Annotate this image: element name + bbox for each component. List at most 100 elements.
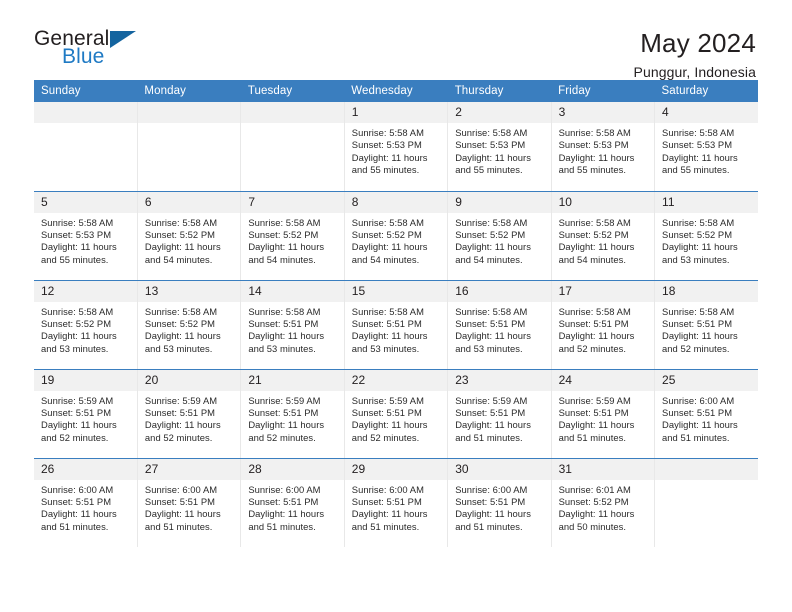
day-number: 18 [655, 280, 758, 302]
sunset-text: Sunset: 5:51 PM [351, 317, 422, 329]
general-blue-logo: General Blue [34, 28, 146, 72]
daylight-text-line1: Daylight: 11 hours [41, 330, 117, 342]
daylight-text-line1: Daylight: 11 hours [558, 508, 635, 520]
daylight-text-line2: and 53 minutes. [41, 342, 109, 354]
day-number: 30 [448, 458, 551, 480]
calendar-day-cell[interactable]: 9 Sunrise: 5:58 AM Sunset: 5:52 PM Daylight… [447, 191, 552, 281]
daylight-text-line2: and 52 minutes. [144, 431, 213, 443]
day-details: Sunrise: 5:59 AM Sunset: 5:51 PM Daylight:… [345, 391, 447, 445]
calendar-day-cell[interactable]: 21 Sunrise: 5:59 AM Sunset: 5:51 PM Dayligh… [240, 369, 345, 459]
daylight-text-line2: and 55 minutes. [558, 164, 627, 176]
calendar-day-cell[interactable]: 2 Sunrise: 5:58 AM Sunset: 5:53 PM Daylight… [447, 102, 552, 192]
sunrise-text: Sunrise: 5:58 AM [558, 127, 631, 138]
day-details: Sunrise: 5:58 AM Sunset: 5:52 PM Daylight:… [448, 213, 550, 267]
calendar-day-cell[interactable]: 5 Sunrise: 5:58 AM Sunset: 5:53 PM Daylight… [34, 191, 138, 281]
calendar-day-cell[interactable]: 20 Sunrise: 5:59 AM Sunset: 5:51 PM Dayligh… [136, 369, 241, 459]
calendar-day-cell[interactable]: 18 Sunrise: 5:58 AM Sunset: 5:51 PM Dayligh… [654, 280, 758, 370]
calendar-day-cell[interactable]: 30 Sunrise: 6:00 AM Sunset: 5:51 PM Dayligh… [447, 458, 552, 547]
sunrise-text: Sunrise: 6:00 AM [662, 394, 735, 406]
calendar-day-cell[interactable]: 12 Sunrise: 5:58 AM Sunset: 5:52 PM Dayligh… [34, 280, 138, 370]
daylight-text-line2: and 51 minutes. [662, 431, 730, 443]
calendar-page: General Blue May 2024 Punggur, Indonesia… [0, 0, 792, 612]
sunrise-text: Sunrise: 5:58 AM [662, 305, 735, 317]
daylight-text-line1: Daylight: 11 hours [558, 151, 635, 163]
calendar-day-cell[interactable]: 29 Sunrise: 6:00 AM Sunset: 5:51 PM Dayligh… [343, 458, 448, 547]
daylight-text-line2: and 55 minutes. [662, 164, 730, 176]
calendar-day-cell-empty [654, 458, 758, 547]
logo-text-blue: Blue [62, 45, 105, 68]
sunrise-text: Sunrise: 5:58 AM [144, 216, 218, 228]
calendar-day-cell[interactable]: 19 Sunrise: 5:59 AM Sunset: 5:51 PM Dayligh… [34, 369, 138, 459]
weekday-header-saturday: Saturday [654, 80, 758, 102]
sunset-text: Sunset: 5:52 PM [558, 495, 629, 507]
calendar-day-cell[interactable]: 3 Sunrise: 5:58 AM Sunset: 5:53 PM Daylight… [550, 102, 655, 192]
location-subtitle: Punggur, Indonesia [633, 64, 756, 80]
day-details: Sunrise: 5:58 AM Sunset: 5:52 PM Daylight:… [138, 213, 240, 267]
calendar-day-cell[interactable]: 31 Sunrise: 6:01 AM Sunset: 5:52 PM Dayligh… [550, 458, 655, 547]
day-number: 6 [137, 191, 241, 213]
calendar-day-cell[interactable]: 25 Sunrise: 6:00 AM Sunset: 5:51 PM Dayligh… [654, 369, 758, 459]
calendar-day-cell[interactable]: 4 Sunrise: 5:58 AM Sunset: 5:53 PM Daylight… [654, 102, 758, 192]
daylight-text-line1: Daylight: 11 hours [144, 419, 221, 431]
sunset-text: Sunset: 5:51 PM [248, 317, 319, 329]
calendar-day-cell[interactable]: 17 Sunrise: 5:58 AM Sunset: 5:51 PM Dayligh… [550, 280, 655, 370]
calendar-day-cell[interactable]: 7 Sunrise: 5:58 AM Sunset: 5:52 PM Daylight… [240, 191, 345, 281]
day-details: Sunrise: 6:00 AM Sunset: 5:51 PM Daylight:… [345, 480, 447, 534]
daylight-text-line2: and 51 minutes. [558, 431, 627, 443]
calendar-week-row: 12 Sunrise: 5:58 AM Sunset: 5:52 PM Dayligh… [34, 280, 758, 370]
calendar-day-cell[interactable]: 10 Sunrise: 5:58 AM Sunset: 5:52 PM Dayligh… [550, 191, 655, 281]
weekday-header-friday: Friday [551, 80, 655, 102]
daylight-text-line1: Daylight: 11 hours [351, 419, 428, 431]
day-number: 8 [344, 191, 448, 213]
calendar-day-cell[interactable]: 26 Sunrise: 6:00 AM Sunset: 5:51 PM Dayligh… [34, 458, 137, 547]
page-title: May 2024 [640, 28, 756, 58]
daylight-text-line2: and 51 minutes. [455, 431, 523, 443]
day-details: Sunrise: 5:58 AM Sunset: 5:51 PM Daylight:… [552, 302, 654, 356]
calendar-day-cell[interactable]: 22 Sunrise: 5:59 AM Sunset: 5:51 PM Dayligh… [343, 369, 448, 459]
daylight-text-line1: Daylight: 11 hours [351, 508, 428, 520]
day-details: Sunrise: 5:58 AM Sunset: 5:53 PM Daylight:… [552, 123, 654, 177]
daylight-text-line1: Daylight: 11 hours [558, 419, 635, 431]
calendar-day-cell[interactable]: 28 Sunrise: 6:00 AM Sunset: 5:51 PM Dayligh… [240, 458, 345, 547]
sunset-text: Sunset: 5:51 PM [455, 317, 526, 329]
day-details: Sunrise: 6:00 AM Sunset: 5:51 PM Daylight:… [34, 480, 137, 534]
daylight-text-line2: and 51 minutes. [455, 520, 523, 532]
daylight-text-line2: and 55 minutes. [41, 253, 109, 265]
weekday-header-monday: Monday [137, 80, 241, 102]
calendar-day-cell[interactable]: 8 Sunrise: 5:58 AM Sunset: 5:52 PM Daylight… [343, 191, 448, 281]
calendar-day-cell[interactable]: 23 Sunrise: 5:59 AM Sunset: 5:51 PM Dayligh… [447, 369, 552, 459]
sunset-text: Sunset: 5:53 PM [351, 139, 422, 151]
calendar-day-cell[interactable]: 6 Sunrise: 5:58 AM Sunset: 5:52 PM Daylight… [136, 191, 241, 281]
calendar-day-cell[interactable]: 24 Sunrise: 5:59 AM Sunset: 5:51 PM Dayligh… [550, 369, 655, 459]
day-number: 12 [34, 280, 137, 302]
sunset-text: Sunset: 5:53 PM [662, 139, 733, 151]
calendar-day-cell[interactable]: 15 Sunrise: 5:58 AM Sunset: 5:51 PM Dayligh… [343, 280, 448, 370]
sunrise-text: Sunrise: 5:58 AM [351, 305, 424, 317]
daylight-text-line2: and 54 minutes. [248, 253, 316, 265]
daylight-text-line1: Daylight: 11 hours [455, 330, 531, 342]
sunset-text: Sunset: 5:51 PM [248, 495, 319, 507]
sunset-text: Sunset: 5:52 PM [662, 228, 733, 240]
day-number: 3 [551, 102, 655, 123]
sunrise-text: Sunrise: 5:59 AM [248, 394, 321, 406]
sunset-text: Sunset: 5:52 PM [351, 228, 422, 240]
calendar-day-cell[interactable]: 1 Sunrise: 5:58 AM Sunset: 5:53 PM Daylight… [343, 102, 448, 192]
sunrise-text: Sunrise: 5:58 AM [41, 216, 114, 228]
sunset-text: Sunset: 5:52 PM [455, 228, 526, 240]
calendar-day-cell[interactable]: 13 Sunrise: 5:58 AM Sunset: 5:52 PM Dayligh… [136, 280, 241, 370]
daylight-text-line1: Daylight: 11 hours [351, 151, 428, 163]
calendar-day-cell[interactable]: 11 Sunrise: 5:58 AM Sunset: 5:52 PM Dayligh… [654, 191, 758, 281]
calendar-day-cell[interactable]: 16 Sunrise: 5:58 AM Sunset: 5:51 PM Dayligh… [447, 280, 552, 370]
day-number: 27 [137, 458, 241, 480]
day-details: Sunrise: 5:59 AM Sunset: 5:51 PM Daylight:… [552, 391, 654, 445]
daylight-text-line2: and 53 minutes. [144, 342, 213, 354]
day-number: 23 [448, 369, 551, 391]
day-details: Sunrise: 6:00 AM Sunset: 5:51 PM Daylight:… [138, 480, 240, 534]
page-header: General Blue May 2024 Punggur, Indonesia [34, 0, 758, 81]
sunset-text: Sunset: 5:51 PM [662, 317, 733, 329]
sunrise-text: Sunrise: 5:59 AM [351, 394, 424, 406]
calendar-day-cell[interactable]: 27 Sunrise: 6:00 AM Sunset: 5:51 PM Dayligh… [136, 458, 241, 547]
day-number: 16 [448, 280, 551, 302]
calendar-day-cell[interactable]: 14 Sunrise: 5:58 AM Sunset: 5:51 PM Dayligh… [240, 280, 345, 370]
day-details: Sunrise: 5:59 AM Sunset: 5:51 PM Daylight:… [138, 391, 240, 445]
